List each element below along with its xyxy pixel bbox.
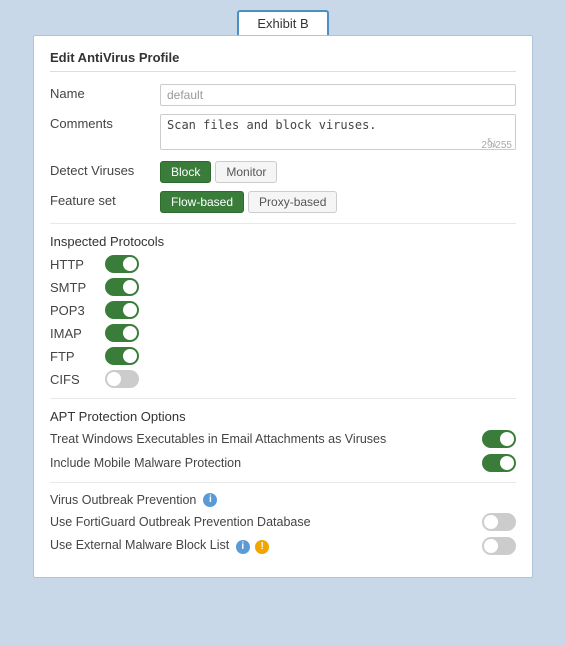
comments-row: Comments Scan files and block viruses. ⤡… xyxy=(50,114,516,153)
apt-toggle-track-0[interactable] xyxy=(482,430,516,448)
protocol-row-imap: IMAP xyxy=(50,324,516,342)
char-count: 29/255 xyxy=(481,140,512,151)
name-label: Name xyxy=(50,84,160,101)
detect-viruses-row: Detect Viruses Block Monitor xyxy=(50,161,516,183)
protocol-label-cifs: CIFS xyxy=(50,372,105,387)
edit-antivirus-card: Edit AntiVirus Profile Name Comments Sca… xyxy=(33,35,533,578)
external-malware-toggle-track[interactable] xyxy=(482,537,516,555)
apt-toggle-1[interactable] xyxy=(482,454,516,472)
protocols-container: HTTP SMTP POP3 IMAP FTP CIFS xyxy=(50,255,516,388)
external-malware-info-icon[interactable]: i xyxy=(236,540,250,554)
apt-toggle-0[interactable] xyxy=(482,430,516,448)
exhibit-tab[interactable]: Exhibit B xyxy=(237,10,328,35)
protocol-label-ftp: FTP xyxy=(50,349,105,364)
protocol-label-imap: IMAP xyxy=(50,326,105,341)
toggle-track-ftp[interactable] xyxy=(105,347,139,365)
comments-textarea[interactable]: Scan files and block viruses. xyxy=(160,114,516,150)
apt-header: APT Protection Options xyxy=(50,409,516,424)
protocol-toggle-http[interactable] xyxy=(105,255,139,273)
external-malware-label: Use External Malware Block List i ! xyxy=(50,538,482,554)
protocol-toggle-imap[interactable] xyxy=(105,324,139,342)
protocol-label-http: HTTP xyxy=(50,257,105,272)
protocol-toggle-pop3[interactable] xyxy=(105,301,139,319)
apt-toggle-thumb-1 xyxy=(500,456,514,470)
protocol-label-smtp: SMTP xyxy=(50,280,105,295)
apt-label-0: Treat Windows Executables in Email Attac… xyxy=(50,432,482,446)
apt-label-1: Include Mobile Malware Protection xyxy=(50,456,482,470)
protocol-row-cifs: CIFS xyxy=(50,370,516,388)
fortiguard-toggle[interactable] xyxy=(482,513,516,531)
protocol-row-smtp: SMTP xyxy=(50,278,516,296)
divider-2 xyxy=(50,398,516,399)
name-row: Name xyxy=(50,84,516,106)
protocol-toggle-cifs[interactable] xyxy=(105,370,139,388)
toggle-thumb-smtp xyxy=(123,280,137,294)
external-malware-toggle[interactable] xyxy=(482,537,516,555)
protocol-toggle-smtp[interactable] xyxy=(105,278,139,296)
page-wrapper: Exhibit B Edit AntiVirus Profile Name Co… xyxy=(0,0,566,646)
apt-toggle-thumb-0 xyxy=(500,432,514,446)
external-malware-toggle-thumb xyxy=(484,539,498,553)
comments-wrapper: Scan files and block viruses. ⤡ 29/255 xyxy=(160,114,516,153)
toggle-track-http[interactable] xyxy=(105,255,139,273)
toggle-thumb-ftp xyxy=(123,349,137,363)
name-input[interactable] xyxy=(160,84,516,106)
apt-row-1: Include Mobile Malware Protection xyxy=(50,454,516,472)
toggle-track-smtp[interactable] xyxy=(105,278,139,296)
protocol-row-http: HTTP xyxy=(50,255,516,273)
toggle-track-pop3[interactable] xyxy=(105,301,139,319)
protocol-label-pop3: POP3 xyxy=(50,303,105,318)
detect-viruses-label: Detect Viruses xyxy=(50,161,160,178)
fortiguard-toggle-track[interactable] xyxy=(482,513,516,531)
protocol-row-ftp: FTP xyxy=(50,347,516,365)
virus-outbreak-info-icon[interactable]: i xyxy=(203,493,217,507)
feature-set-row: Feature set Flow-based Proxy-based xyxy=(50,191,516,213)
divider-3 xyxy=(50,482,516,483)
inspected-protocols-header: Inspected Protocols xyxy=(50,234,516,249)
virus-outbreak-label: Virus Outbreak Prevention xyxy=(50,493,196,507)
feature-set-label: Feature set xyxy=(50,191,160,208)
fortiguard-label: Use FortiGuard Outbreak Prevention Datab… xyxy=(50,515,482,529)
feature-set-btn-group: Flow-based Proxy-based xyxy=(160,191,337,213)
toggle-thumb-imap xyxy=(123,326,137,340)
detect-monitor-btn[interactable]: Monitor xyxy=(215,161,277,183)
card-title: Edit AntiVirus Profile xyxy=(50,50,516,72)
external-malware-label-text: Use External Malware Block List xyxy=(50,538,229,552)
external-malware-warn-icon[interactable]: ! xyxy=(255,540,269,554)
feature-flow-btn[interactable]: Flow-based xyxy=(160,191,244,213)
protocol-toggle-ftp[interactable] xyxy=(105,347,139,365)
comments-label: Comments xyxy=(50,114,160,131)
protocol-row-pop3: POP3 xyxy=(50,301,516,319)
detect-block-btn[interactable]: Block xyxy=(160,161,211,183)
fortiguard-row: Use FortiGuard Outbreak Prevention Datab… xyxy=(50,513,516,531)
feature-proxy-btn[interactable]: Proxy-based xyxy=(248,191,337,213)
fortiguard-toggle-thumb xyxy=(484,515,498,529)
external-malware-row: Use External Malware Block List i ! xyxy=(50,537,516,555)
divider-1 xyxy=(50,223,516,224)
virus-outbreak-row: Virus Outbreak Prevention i xyxy=(50,493,516,507)
toggle-thumb-pop3 xyxy=(123,303,137,317)
toggle-track-imap[interactable] xyxy=(105,324,139,342)
apt-row-0: Treat Windows Executables in Email Attac… xyxy=(50,430,516,448)
toggle-thumb-http xyxy=(123,257,137,271)
detect-viruses-btn-group: Block Monitor xyxy=(160,161,277,183)
toggle-thumb-cifs xyxy=(107,372,121,386)
toggle-track-cifs[interactable] xyxy=(105,370,139,388)
name-value-wrapper xyxy=(160,84,516,106)
apt-container: Treat Windows Executables in Email Attac… xyxy=(50,430,516,472)
apt-toggle-track-1[interactable] xyxy=(482,454,516,472)
